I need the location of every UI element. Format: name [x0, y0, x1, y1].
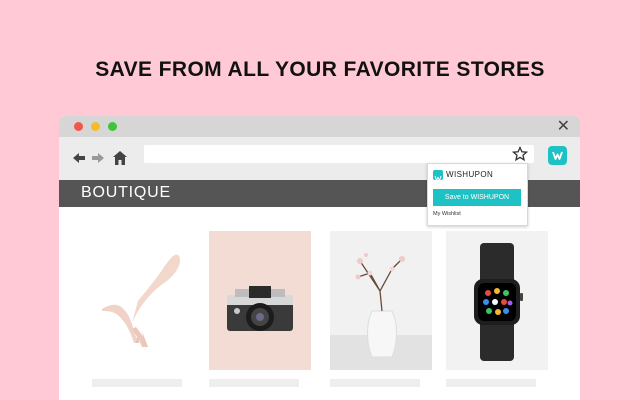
title-bar: ✕	[59, 116, 580, 137]
product-pink-heels[interactable]	[92, 231, 194, 370]
site-title: BOUTIQUE	[81, 184, 171, 201]
camera-image	[227, 286, 293, 331]
wishupon-popup: WISHUPON Save to WISHUPON My Wishlist	[427, 163, 528, 226]
product-caption-placeholder	[209, 379, 299, 387]
product-vintage-camera[interactable]	[209, 231, 311, 370]
product-caption-placeholder	[446, 379, 536, 387]
home-icon[interactable]	[111, 149, 129, 167]
arrow-right-icon[interactable]	[89, 149, 107, 167]
close-window-dot[interactable]	[74, 122, 83, 131]
vase-image	[330, 253, 432, 370]
address-bar[interactable]	[144, 145, 534, 163]
browser-window: ✕ BOUTIQUE WISHUPON Save to WISHUPON My …	[59, 116, 580, 400]
arrow-left-icon[interactable]	[70, 149, 88, 167]
save-to-wishupon-button[interactable]: Save to WISHUPON	[433, 189, 521, 206]
wishupon-icon[interactable]	[548, 146, 567, 165]
product-caption-placeholder	[330, 379, 420, 387]
maximize-window-dot[interactable]	[108, 122, 117, 131]
popup-brand: WISHUPON	[446, 170, 494, 179]
minimize-window-dot[interactable]	[91, 122, 100, 131]
my-wishlist-link[interactable]: My Wishlist	[433, 211, 461, 217]
headline: SAVE FROM ALL YOUR FAVORITE STORES	[95, 58, 545, 81]
wishupon-logo-icon	[433, 170, 443, 182]
watch-image	[474, 243, 523, 361]
close-icon[interactable]: ✕	[557, 117, 570, 137]
heels-image	[102, 254, 181, 347]
star-icon[interactable]	[511, 145, 529, 162]
product-smartwatch[interactable]	[446, 231, 548, 370]
product-caption-placeholder	[92, 379, 182, 387]
product-vase-with-blossoms[interactable]	[330, 231, 432, 370]
